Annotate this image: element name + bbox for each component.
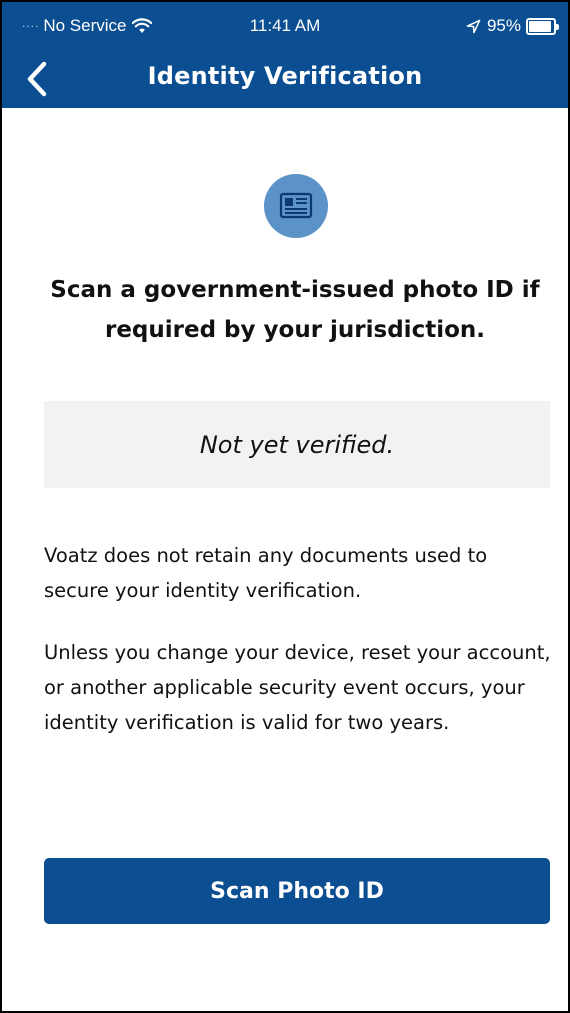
id-card-glyph: [279, 192, 313, 219]
scan-photo-id-button[interactable]: Scan Photo ID: [44, 858, 550, 924]
verification-status-box: Not yet verified.: [44, 401, 550, 488]
id-card-icon: [264, 174, 328, 238]
validity-notice-text: Unless you change your device, reset you…: [44, 641, 551, 734]
privacy-notice-text: Voatz does not retain any documents used…: [44, 544, 488, 602]
navigation-bar: Identity Verification: [2, 52, 568, 108]
battery-icon: [526, 17, 559, 35]
app-screen: .... No Service 11:41 AM 95% Identity Ve…: [0, 0, 570, 1013]
app-header: .... No Service 11:41 AM 95% Identity Ve…: [2, 2, 568, 108]
verification-status-text: Not yet verified.: [199, 430, 395, 459]
page-title: Identity Verification: [147, 62, 423, 90]
location-arrow-icon: [466, 19, 481, 33]
status-bar: .... No Service 11:41 AM 95%: [2, 2, 568, 52]
status-right: 95%: [466, 16, 559, 36]
instruction-headline: Scan a government-issued photo ID if req…: [50, 277, 540, 343]
battery-percent: 95%: [486, 16, 521, 35]
